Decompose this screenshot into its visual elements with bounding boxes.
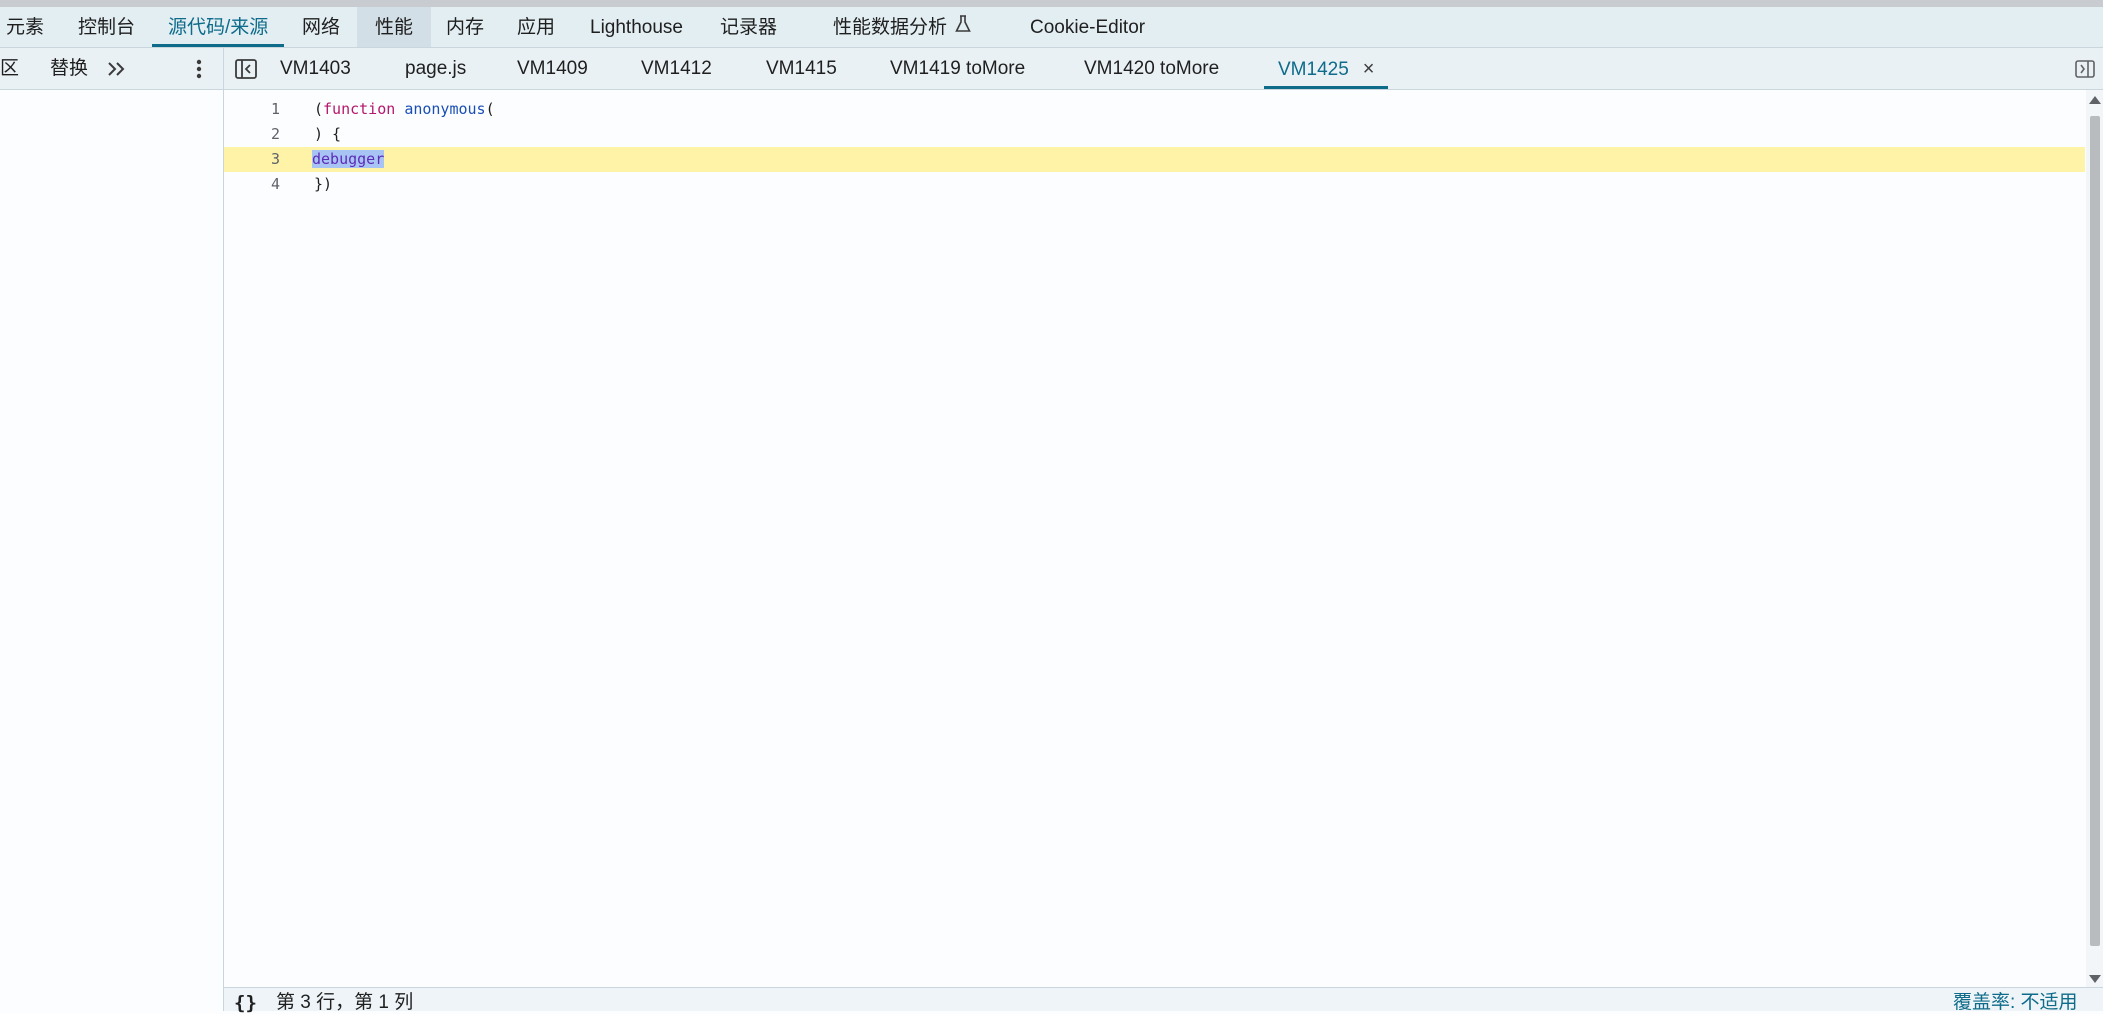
scroll-down-icon[interactable] xyxy=(2089,975,2101,983)
window-top-strip xyxy=(0,0,2103,7)
line-number[interactable]: 2 xyxy=(224,122,280,147)
tab-console[interactable]: 控制台 xyxy=(78,7,135,47)
file-tab-vm1425-label: VM1425 xyxy=(1278,59,1349,80)
toggle-navigator-icon[interactable] xyxy=(234,57,258,81)
tab-memory[interactable]: 内存 xyxy=(446,7,484,47)
line-number[interactable]: 4 xyxy=(224,172,280,197)
code-text[interactable]: (function anonymous( xyxy=(314,97,495,122)
file-tab-vm1415[interactable]: VM1415 xyxy=(766,48,837,89)
file-tab-vm1419[interactable]: VM1419 toMore xyxy=(890,48,1025,89)
tab-sources[interactable]: 源代码/来源 xyxy=(152,7,285,47)
devtools-panel-tabbar: 元素 控制台 源代码/来源 网络 性能 内存 应用 Lighthouse 记录器… xyxy=(0,7,2103,48)
tab-workspace[interactable]: 区 xyxy=(0,48,19,89)
code-line[interactable]: 2 ) { xyxy=(224,122,2085,147)
tab-performance[interactable]: 性能 xyxy=(357,7,432,47)
tab-overrides[interactable]: 替换 xyxy=(50,48,88,89)
flask-icon xyxy=(955,7,971,48)
file-navigator-pane[interactable] xyxy=(0,90,223,1011)
tab-performance-insights[interactable]: 性能数据分析 xyxy=(833,7,971,47)
code-text[interactable]: debugger xyxy=(312,147,385,172)
file-tab-page-js[interactable]: page.js xyxy=(405,48,466,89)
tab-recorder[interactable]: 记录器 xyxy=(720,7,777,47)
tab-elements[interactable]: 元素 xyxy=(6,7,44,47)
double-chevron-right-icon[interactable] xyxy=(104,56,130,82)
code-line-highlighted[interactable]: 3 debugger xyxy=(224,147,2085,172)
editor-scrollbar[interactable] xyxy=(2086,90,2103,987)
code-line[interactable]: 1 (function anonymous( xyxy=(224,97,2085,122)
scrollbar-thumb[interactable] xyxy=(2090,116,2100,946)
code-token: ( xyxy=(314,100,324,118)
sources-toolbar: 区 替换 VM1403 page.js VM1409 VM1412 VM1415… xyxy=(0,48,2103,90)
code-text[interactable]: }) xyxy=(314,172,332,197)
code-selection: debugger xyxy=(312,150,385,168)
code-function-name: anonymous xyxy=(404,100,486,118)
code-token: ( xyxy=(485,100,495,118)
line-number[interactable]: 3 xyxy=(224,147,280,172)
editor-status-bar: {} 第 3 行，第 1 列 覆盖率: 不适用 xyxy=(224,987,2103,1014)
code-text[interactable]: ) { xyxy=(314,122,341,147)
file-tab-vm1425[interactable]: VM1425 × xyxy=(1264,48,1389,90)
scroll-up-icon[interactable] xyxy=(2089,96,2101,104)
vertical-ellipsis-icon[interactable] xyxy=(188,56,210,82)
code-line[interactable]: 4 }) xyxy=(224,172,2085,197)
toggle-debugger-sidebar-icon[interactable] xyxy=(2073,58,2097,80)
tab-cookie-editor[interactable]: Cookie-Editor xyxy=(1030,7,1145,47)
line-number[interactable]: 1 xyxy=(224,97,280,122)
close-icon[interactable]: × xyxy=(1363,48,1375,90)
tab-performance-insights-label: 性能数据分析 xyxy=(833,17,948,38)
tab-application[interactable]: 应用 xyxy=(517,7,555,47)
file-tab-vm1420[interactable]: VM1420 toMore xyxy=(1084,48,1219,89)
tab-network[interactable]: 网络 xyxy=(302,7,340,47)
code-editor[interactable]: 1 (function anonymous( 2 ) { 3 debugger … xyxy=(224,90,2085,987)
tab-lighthouse[interactable]: Lighthouse xyxy=(590,7,683,47)
file-tab-vm1403[interactable]: VM1403 xyxy=(280,48,351,89)
code-keyword: function xyxy=(323,100,396,118)
file-tab-vm1409[interactable]: VM1409 xyxy=(517,48,588,89)
file-tab-vm1412[interactable]: VM1412 xyxy=(641,48,712,89)
